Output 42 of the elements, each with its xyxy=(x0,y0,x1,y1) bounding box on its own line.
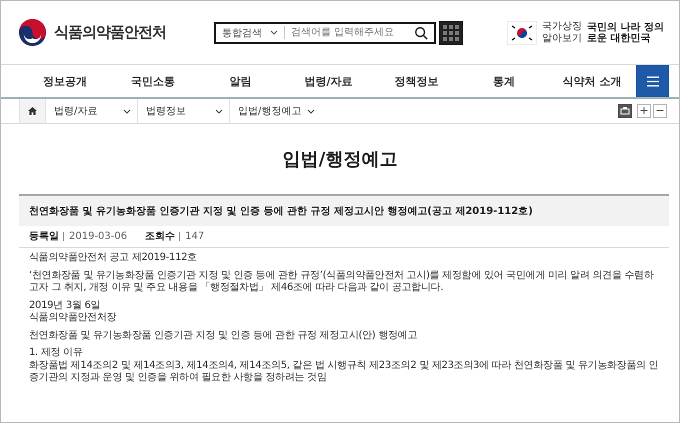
page-title: 입법/행정예고 xyxy=(282,148,398,172)
search-scope-dropdown[interactable]: 통합검색 xyxy=(222,26,262,40)
chevron-down-icon xyxy=(270,30,278,35)
emblem-icon xyxy=(18,18,47,47)
slogan-logo: 국민의 나라 정의로운 대한민국 xyxy=(587,22,665,44)
print-icon xyxy=(620,106,630,116)
search-icon[interactable] xyxy=(414,26,428,40)
nav-item[interactable]: 알림 xyxy=(196,74,285,88)
chevron-down-icon xyxy=(123,108,131,114)
grid-menu-button[interactable] xyxy=(439,20,463,44)
nav-item[interactable]: 통계 xyxy=(460,74,548,88)
body-text: 식품의약품안전처장 xyxy=(29,312,118,324)
site-name[interactable]: 식품의약품안전처 xyxy=(54,23,166,42)
flag-icon[interactable] xyxy=(507,20,537,44)
zoom-button[interactable]: − xyxy=(653,104,667,118)
meta-label: 조회수 xyxy=(145,232,180,241)
zoom-button[interactable]: + xyxy=(637,104,651,118)
meta-label: 등록일 xyxy=(29,232,64,241)
menu-button[interactable] xyxy=(636,65,670,97)
body-text: 천연화장품 및 유기농화장품 인증기관 지정 및 인증 등에 관한 규정 제정고시(안) 행정예고 xyxy=(29,330,418,342)
body-text: 1. 제정 이유 xyxy=(29,347,84,360)
print-button[interactable] xyxy=(618,104,632,118)
body-text: 화장품법 제14조의2 및 제14조의3, 제14조의4, 제14조의5, 같은 법 시행규칙 제23조의2 및 제23조의3에 따라 천연화장품 및 유기농화장품의 인증기관의 지정과 운영 및 인증을 위하여 필요한 사항을 정하려는 것임 xyxy=(29,360,659,384)
chevron-down-icon xyxy=(307,108,315,114)
body-text: ‘천연화장품 및 유기농화장품 인증기관 지정 및 인증 등에 관한 규정’(식품의약품안전처 고시)를 제정함에 있어 국민에게 미리 알려 의견을 수렴하고자 그 취지, 개정 이유 및 주요 내용을 「행정절차법」 제46조에 따라 다음과 같이 공고합니다. xyxy=(29,270,655,294)
nav-item[interactable]: 정보공개 xyxy=(21,74,109,88)
search-bar[interactable]: 통합검색 검색어를 입력해주세요 xyxy=(214,22,436,44)
national-symbol-link[interactable]: 국가상징 알아보기 xyxy=(542,20,582,44)
body-text: 식품의약품안전처 공고 제2019-112호 xyxy=(29,252,198,264)
meta-value: 147 xyxy=(185,231,204,242)
menu-icon xyxy=(646,76,659,86)
nav-item[interactable]: 법령/자료 xyxy=(284,74,372,88)
article-title: 천연화장품 및 유기농화장품 인증기관 지정 및 인증 등에 관한 규정 제정고시안 행정예고(공고 제2019-112호) xyxy=(19,196,669,226)
chevron-down-icon xyxy=(215,108,223,114)
home-button[interactable] xyxy=(19,99,45,123)
meta-value: 2019-03-06 xyxy=(69,231,128,242)
home-icon xyxy=(28,107,37,115)
nav-item[interactable]: 정책정보 xyxy=(372,74,460,88)
nav-item[interactable]: 식약처 소개 xyxy=(548,74,636,88)
body-text: 2019년 3월 6일 xyxy=(29,300,102,312)
grid-icon xyxy=(442,24,460,42)
nav-item[interactable]: 국민소통 xyxy=(108,74,197,88)
